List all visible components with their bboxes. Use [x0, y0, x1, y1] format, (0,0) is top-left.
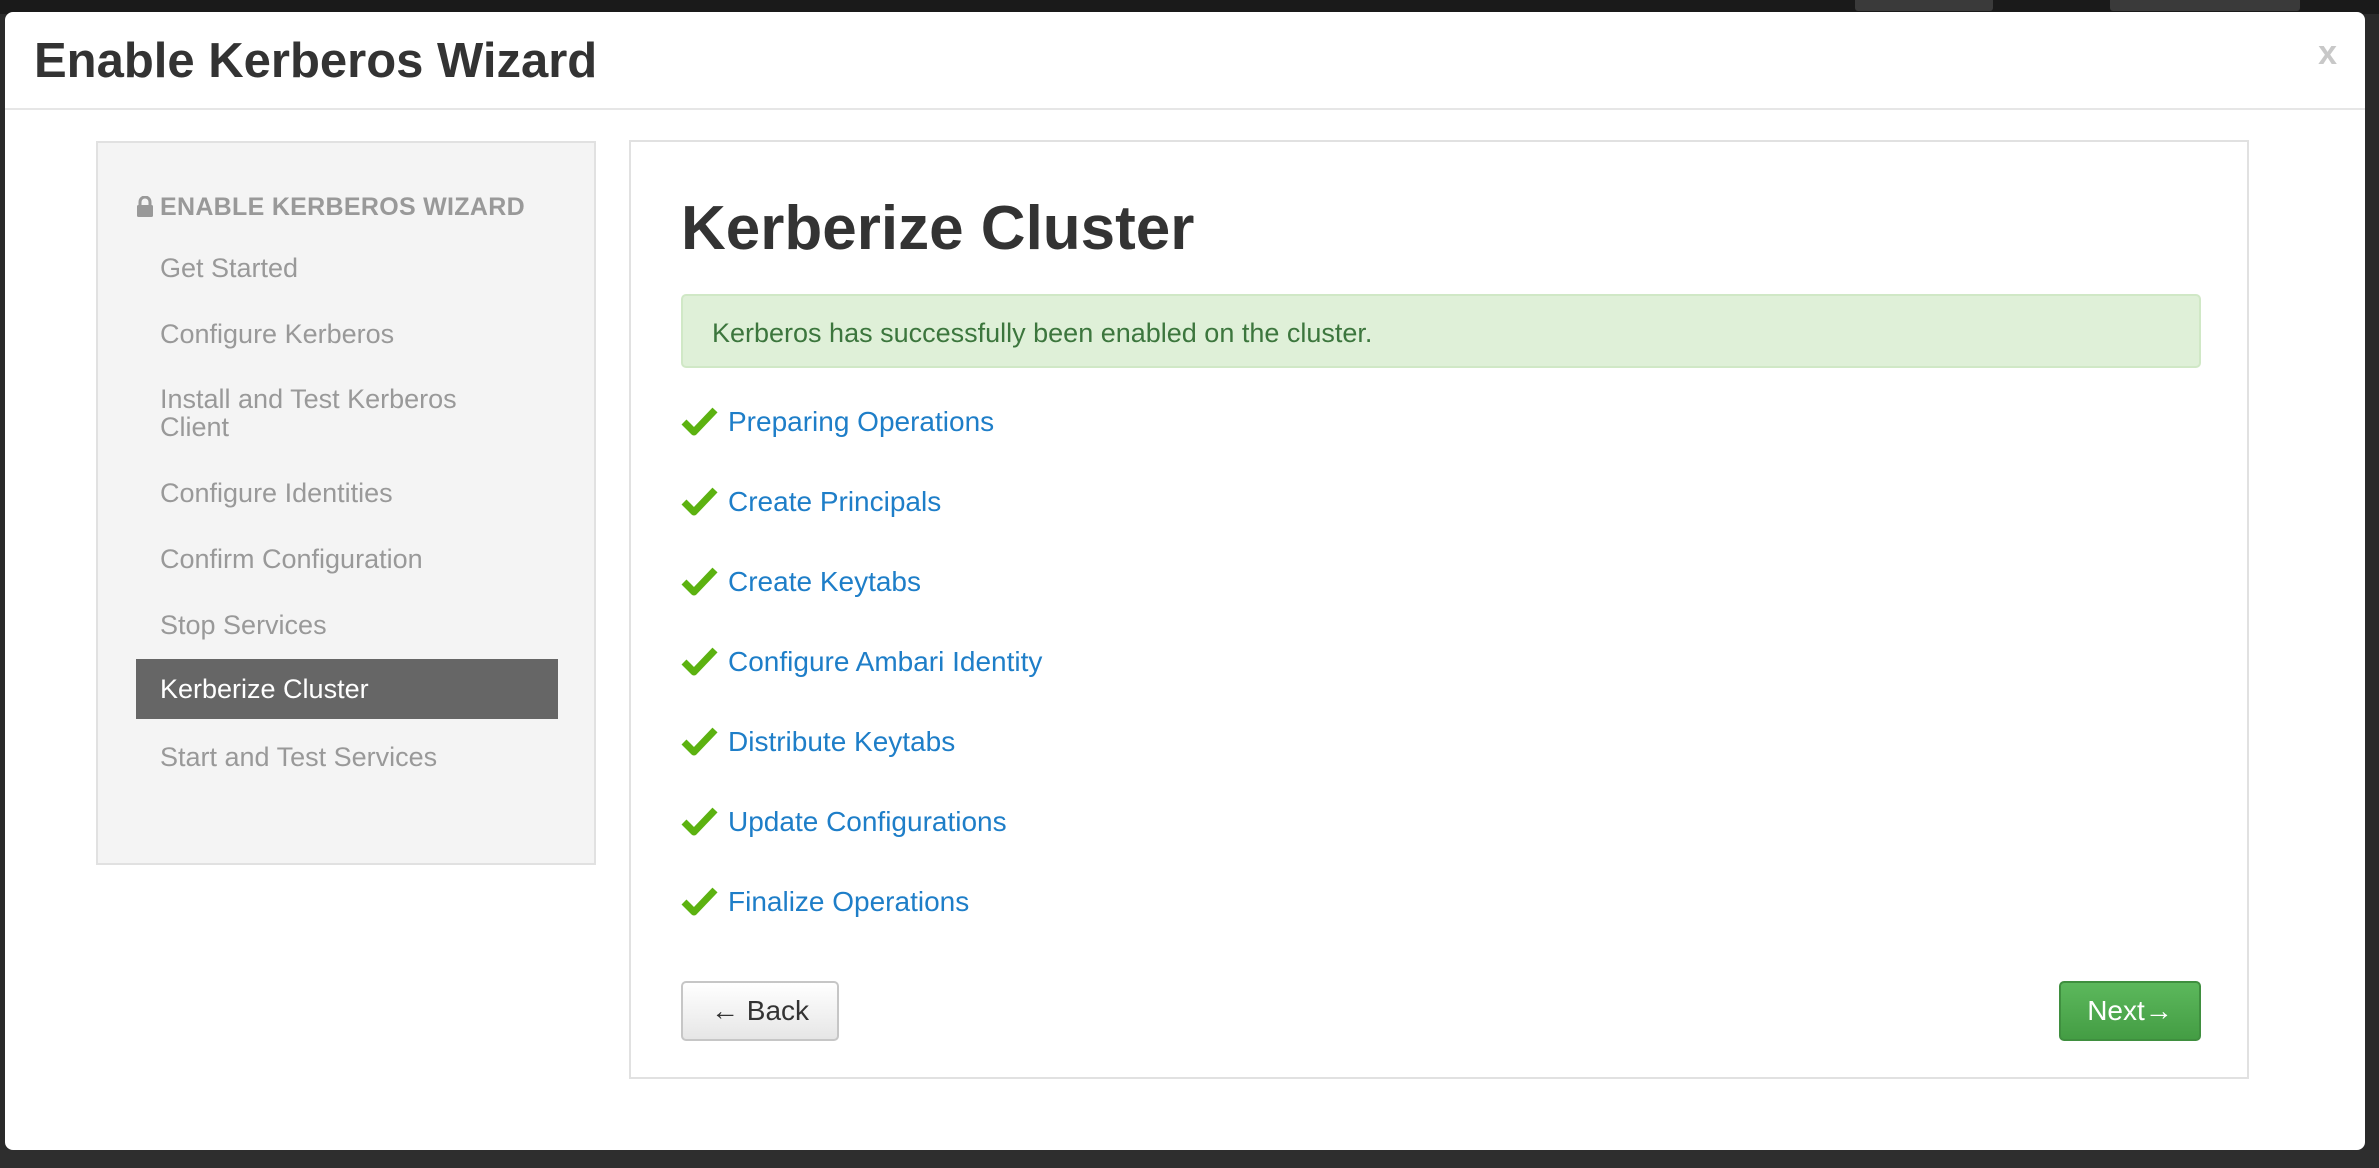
wizard-content-panel: Kerberize Cluster Kerberos has successfu…: [629, 140, 2249, 1079]
sidebar-item-configure-identities[interactable]: Configure Identities: [136, 461, 558, 527]
task-list: Preparing Operations Create Principals C…: [681, 402, 1042, 962]
task-item: Configure Ambari Identity: [681, 642, 1042, 722]
check-icon: [681, 727, 718, 756]
task-link[interactable]: Create Principals: [728, 482, 941, 522]
close-button[interactable]: x: [2318, 34, 2337, 73]
check-icon: [681, 887, 718, 916]
sidebar-header-label: ENABLE KERBEROS WIZARD: [160, 193, 525, 221]
modal-header: Enable Kerberos Wizard x: [5, 12, 2365, 110]
sidebar-item-confirm-configuration[interactable]: Confirm Configuration: [136, 527, 558, 593]
sidebar-item-label: Confirm Configuration: [160, 544, 423, 574]
sidebar-item-kerberize-cluster[interactable]: Kerberize Cluster: [136, 659, 558, 719]
back-button[interactable]: ← Back: [681, 981, 839, 1041]
sidebar-item-label: Install and Test Kerberos Client: [160, 384, 457, 442]
task-link[interactable]: Distribute Keytabs: [728, 722, 955, 762]
wizard-steps-sidebar: ENABLE KERBEROS WIZARD Get Started Confi…: [96, 141, 596, 865]
task-link[interactable]: Create Keytabs: [728, 562, 921, 602]
sidebar-item-start-test-services[interactable]: Start and Test Services: [136, 725, 558, 791]
background-tab: [1855, 0, 1993, 11]
sidebar-item-install-test-client[interactable]: Install and Test Kerberos Client: [136, 368, 558, 461]
sidebar-item-configure-kerberos[interactable]: Configure Kerberos: [136, 302, 558, 368]
wizard-modal: Enable Kerberos Wizard x ENABLE KERBEROS…: [5, 12, 2365, 1150]
sidebar-item-stop-services[interactable]: Stop Services: [136, 593, 558, 659]
task-link[interactable]: Update Configurations: [728, 802, 1007, 842]
page-title: Kerberize Cluster: [681, 194, 1195, 263]
task-link[interactable]: Configure Ambari Identity: [728, 642, 1042, 682]
check-icon: [681, 407, 718, 436]
sidebar-item-get-started[interactable]: Get Started: [136, 236, 558, 302]
modal-title: Enable Kerberos Wizard: [34, 34, 598, 88]
task-item: Update Configurations: [681, 802, 1042, 882]
check-icon: [681, 807, 718, 836]
sidebar-item-label: Get Started: [160, 253, 299, 283]
sidebar-item-label: Configure Identities: [160, 478, 393, 508]
task-item: Distribute Keytabs: [681, 722, 1042, 802]
sidebar-header: ENABLE KERBEROS WIZARD: [136, 193, 525, 222]
background-tab: [2110, 0, 2300, 11]
task-item: Create Principals: [681, 482, 1042, 562]
task-item: Preparing Operations: [681, 402, 1042, 482]
sidebar-item-label: Stop Services: [160, 610, 327, 640]
task-link[interactable]: Preparing Operations: [728, 402, 994, 442]
next-button[interactable]: Next→: [2059, 981, 2201, 1041]
sidebar-item-label: Configure Kerberos: [160, 319, 395, 349]
sidebar-item-label: Kerberize Cluster: [160, 674, 369, 704]
sidebar-item-label: Start and Test Services: [160, 742, 438, 772]
background-bottom-bar: [0, 1150, 2379, 1168]
task-item: Finalize Operations: [681, 882, 1042, 962]
task-link[interactable]: Finalize Operations: [728, 882, 969, 922]
check-icon: [681, 487, 718, 516]
wizard-steps-list: Get Started Configure Kerberos Install a…: [136, 236, 558, 791]
check-icon: [681, 647, 718, 676]
check-icon: [681, 567, 718, 596]
success-alert: Kerberos has successfully been enabled o…: [681, 294, 2201, 368]
lock-icon: [136, 196, 154, 217]
task-item: Create Keytabs: [681, 562, 1042, 642]
